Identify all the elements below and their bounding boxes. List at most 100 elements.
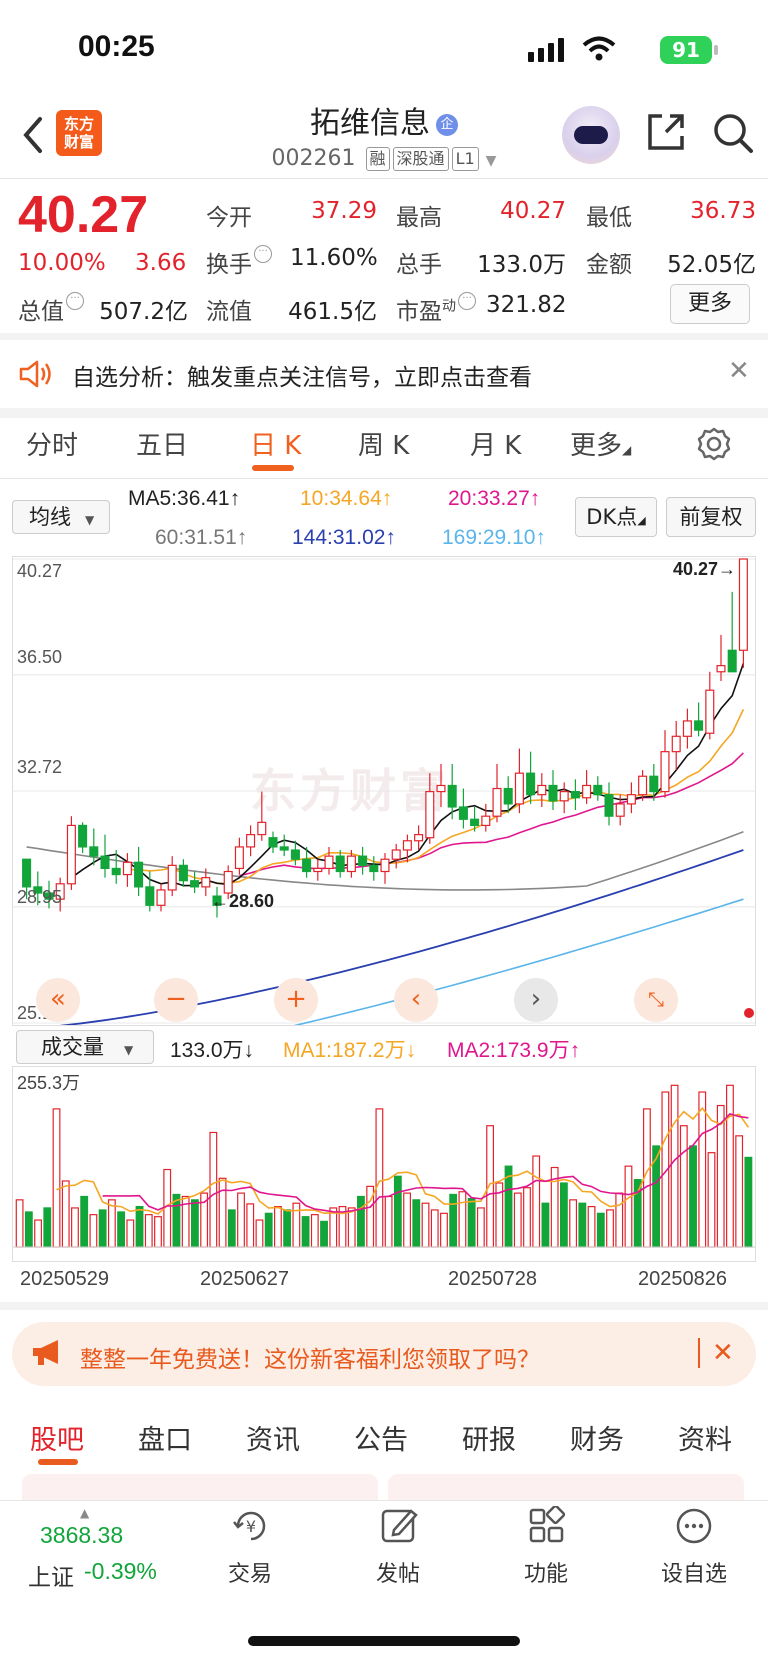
kline-chart[interactable]: 40.27 36.50 32.72 28.95 25.17 40.27→ ←28… [12, 556, 756, 1076]
volume-bar [357, 1195, 365, 1248]
more-dots-icon[interactable] [674, 1506, 714, 1546]
expand-arrow-icon[interactable]: ▲ [80, 1506, 89, 1520]
close-icon[interactable]: ✕ [728, 356, 750, 386]
share-icon[interactable] [646, 112, 686, 152]
tab-announcements[interactable]: 公告 [354, 1418, 408, 1457]
adjust-button[interactable]: 前复权 [666, 497, 756, 537]
tab-monthly-k[interactable]: 月 K [470, 425, 521, 462]
tab-guba[interactable]: 股吧 [30, 1418, 84, 1457]
triangle-icon: ◢ [637, 514, 646, 527]
candle-body [201, 877, 211, 888]
volume-bar [227, 1209, 236, 1248]
megaphone-icon [33, 1340, 58, 1365]
candle-body [705, 689, 715, 734]
search-icon[interactable] [712, 112, 754, 154]
post-icon[interactable] [380, 1506, 420, 1546]
volume-indicator-select[interactable]: 成交量 ▼ [16, 1030, 154, 1064]
candle-body [302, 858, 312, 873]
candle-body [481, 815, 491, 827]
ma5-value: MA5:36.41↑ [128, 487, 241, 510]
candle-body [78, 824, 88, 848]
settings-icon[interactable] [696, 426, 732, 462]
chevron-down-icon: ▼ [485, 153, 497, 169]
volume-bar [144, 1214, 153, 1248]
more-quote-button[interactable]: 更多 [670, 284, 750, 324]
max-price-marker: 40.27→ [673, 559, 737, 579]
change-amount: 3.66 [135, 250, 187, 276]
candle-body [66, 824, 76, 885]
volume-bar [15, 1199, 24, 1248]
battery-icon: 91 [660, 36, 718, 64]
volume-bar [532, 1155, 541, 1248]
candle-body [738, 558, 748, 651]
info-icon[interactable]: ··· [66, 292, 84, 310]
volume-bar [744, 1156, 753, 1248]
close-icon[interactable]: ✕ [712, 1338, 734, 1368]
promo-text[interactable]: 整整一年免费送！这份新客福利您领取了吗？ [80, 1340, 540, 1374]
candle-body [447, 784, 457, 808]
candle-body [178, 864, 188, 882]
candle-body [638, 775, 648, 796]
fullscreen-button[interactable]: ⤡ [634, 978, 678, 1022]
dk-point-button[interactable]: DK点◢ [575, 497, 657, 537]
info-icon[interactable]: ··· [458, 292, 476, 310]
scroll-left-button[interactable]: ‹ [394, 978, 438, 1022]
mcap-label: 总值··· [18, 292, 86, 326]
speaker-icon [19, 360, 51, 388]
open-label: 今开 [206, 205, 252, 231]
index-name[interactable]: 上证 [28, 1558, 74, 1592]
ma10-value: 10:34.64↑ [300, 487, 393, 510]
alert-text[interactable]: 自选分析：触发重点关注信号，立即点击查看 [72, 358, 532, 392]
volume-bar [310, 1214, 319, 1248]
candle-body [22, 858, 32, 888]
nav-post[interactable]: 发帖 [348, 1556, 448, 1588]
zoom-out-button[interactable]: − [154, 978, 198, 1022]
info-icon[interactable]: ··· [254, 245, 272, 263]
assistant-robot-icon[interactable] [562, 106, 620, 164]
candle-body [716, 665, 726, 673]
divider [0, 408, 768, 418]
tab-profile[interactable]: 资料 [678, 1418, 732, 1457]
zoom-in-button[interactable]: + [274, 978, 318, 1022]
trade-icon[interactable]: ¥ [230, 1506, 272, 1546]
tab-daily-k[interactable]: 日 K [250, 425, 301, 462]
candle-body [290, 849, 300, 860]
dk-label: DK点 [586, 505, 638, 529]
tab-weekly-k[interactable]: 周 K [358, 425, 409, 462]
tab-more[interactable]: 更多◢ [570, 425, 631, 462]
candle-body [671, 735, 681, 753]
volume-y-max: 255.3万 [17, 1073, 81, 1093]
index-value[interactable]: 3868.38 [40, 1522, 123, 1549]
tab-pankou[interactable]: 盘口 [138, 1418, 192, 1457]
functions-icon[interactable] [527, 1506, 567, 1546]
stock-name: 拓维信息 [310, 106, 430, 141]
nav-trade[interactable]: 交易 [200, 1556, 300, 1588]
tab-finance[interactable]: 财务 [570, 1418, 624, 1457]
volume-bar [523, 1187, 531, 1248]
high-label: 最高 [396, 205, 442, 231]
candle-body [122, 861, 132, 876]
volume-bar [679, 1125, 688, 1248]
index-change[interactable]: -0.39% [84, 1558, 157, 1585]
pe-label-text: 市盈 [396, 299, 442, 325]
scroll-right-button[interactable]: › [514, 978, 558, 1022]
divider [0, 1302, 768, 1310]
volume-bar [301, 1216, 310, 1248]
tab-research[interactable]: 研报 [462, 1418, 516, 1457]
candle-body [727, 649, 737, 673]
volume-bar [716, 1104, 725, 1248]
volume-bar [707, 1152, 716, 1248]
candle-body [358, 855, 368, 866]
indicator-select[interactable]: 均线 ▼ [12, 500, 110, 534]
tab-five-day[interactable]: 五日 [136, 425, 188, 462]
scroll-left-fast-button[interactable]: « [36, 978, 80, 1022]
volume-bar [61, 1180, 70, 1248]
nav-add-watchlist[interactable]: 设自选 [644, 1556, 744, 1588]
tab-news[interactable]: 资讯 [246, 1418, 300, 1457]
candle-body [593, 784, 603, 796]
volume-chart[interactable]: 255.3万 [12, 1066, 756, 1262]
triangle-icon: ◢ [622, 443, 632, 457]
nav-functions[interactable]: 功能 [496, 1556, 596, 1588]
x-date-label: 20250826 [638, 1268, 727, 1290]
tab-intraday[interactable]: 分时 [26, 425, 78, 462]
